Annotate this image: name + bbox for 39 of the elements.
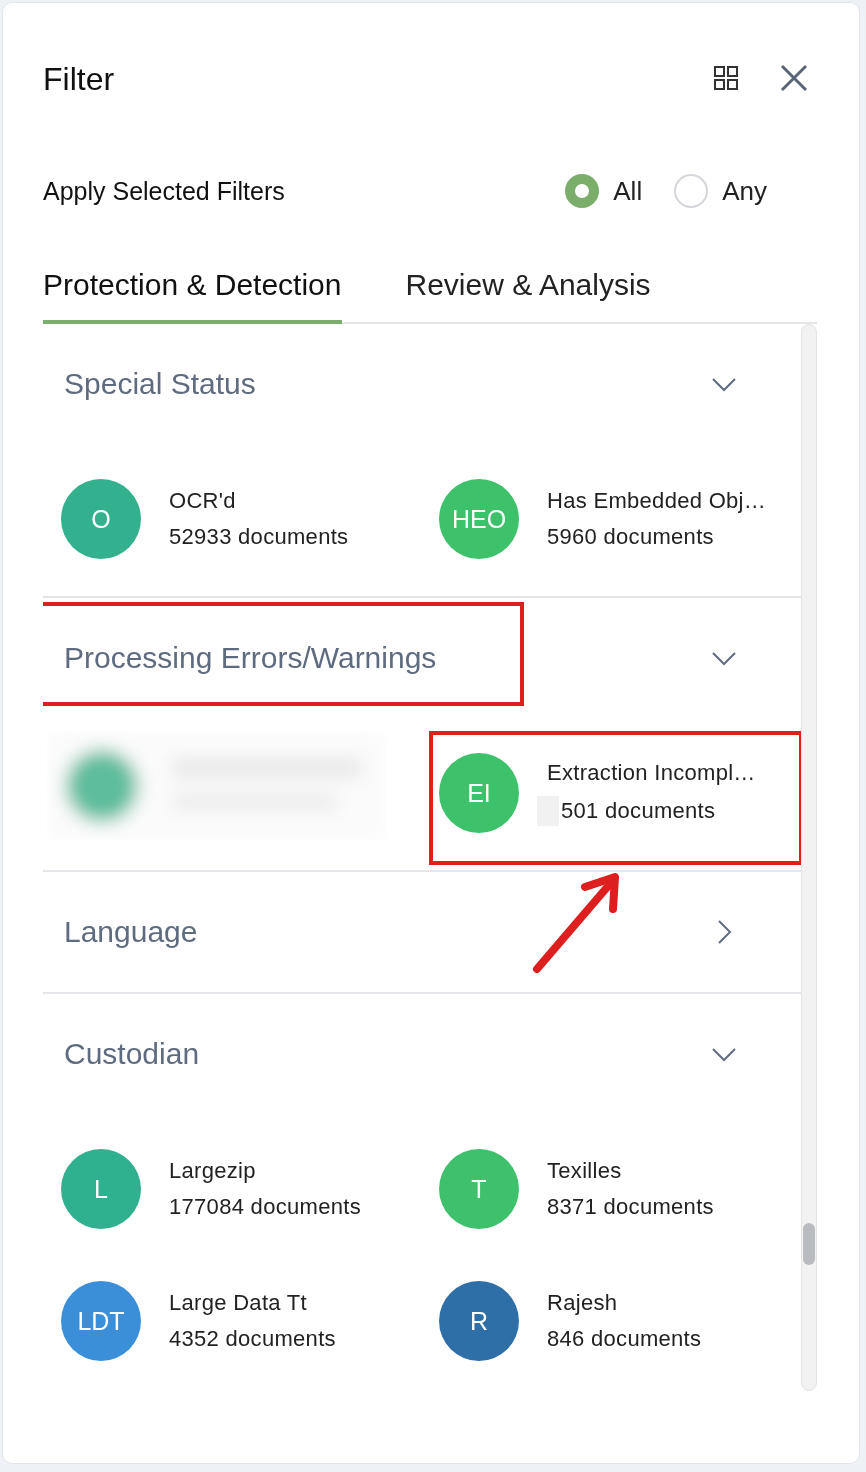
radio-option[interactable]: All (565, 174, 643, 208)
section-title[interactable]: Special Status (64, 367, 711, 401)
section-title[interactable]: Processing Errors/Warnings (64, 641, 711, 675)
panel-title: Filter (43, 59, 116, 98)
tab[interactable]: Review & Analysis (405, 249, 651, 324)
section-title[interactable]: Language (64, 915, 711, 949)
document-count: 52933 documents (169, 524, 349, 550)
close-button[interactable] (779, 63, 809, 93)
avatar: HEO (439, 479, 519, 559)
section-title[interactable]: Custodian (64, 1037, 711, 1071)
grid-icon[interactable] (713, 65, 739, 91)
document-count: 8371 documents (547, 1194, 714, 1220)
scroll-thumb[interactable] (803, 1223, 815, 1265)
document-count: 4352 documents (169, 1326, 336, 1352)
entry-name[interactable]: Extraction Incompl… (547, 760, 756, 786)
document-count: 177084 documents (169, 1194, 361, 1220)
radio-label: Any (722, 175, 767, 207)
avatar: LDT (61, 1281, 141, 1361)
avatar: R (439, 1281, 519, 1361)
apply-label: Apply Selected Filters (43, 176, 286, 206)
radio-icon[interactable] (674, 174, 709, 208)
document-count: 501 documents (561, 798, 716, 824)
radio-icon[interactable] (565, 174, 600, 208)
radio-label: All (613, 175, 643, 207)
entry-name[interactable]: OCR'd (169, 488, 349, 514)
radio-option[interactable]: Any (674, 174, 767, 208)
document-count: 5960 documents (547, 524, 714, 550)
document-count: 846 documents (547, 1326, 702, 1352)
entry-name[interactable]: Texilles (547, 1158, 714, 1184)
avatar: EI (439, 753, 519, 833)
entry-name[interactable]: Rajesh (547, 1290, 702, 1316)
avatar: L (61, 1149, 141, 1229)
tab[interactable]: Protection & Detection (43, 249, 342, 324)
entry-name[interactable]: Largezip (169, 1158, 361, 1184)
scrollbar[interactable] (801, 324, 817, 1391)
avatar: O (61, 479, 141, 559)
entry-name[interactable]: Large Data Tt (169, 1290, 336, 1316)
avatar: T (439, 1149, 519, 1229)
entry-name[interactable]: Has Embedded Obj… (547, 488, 767, 514)
